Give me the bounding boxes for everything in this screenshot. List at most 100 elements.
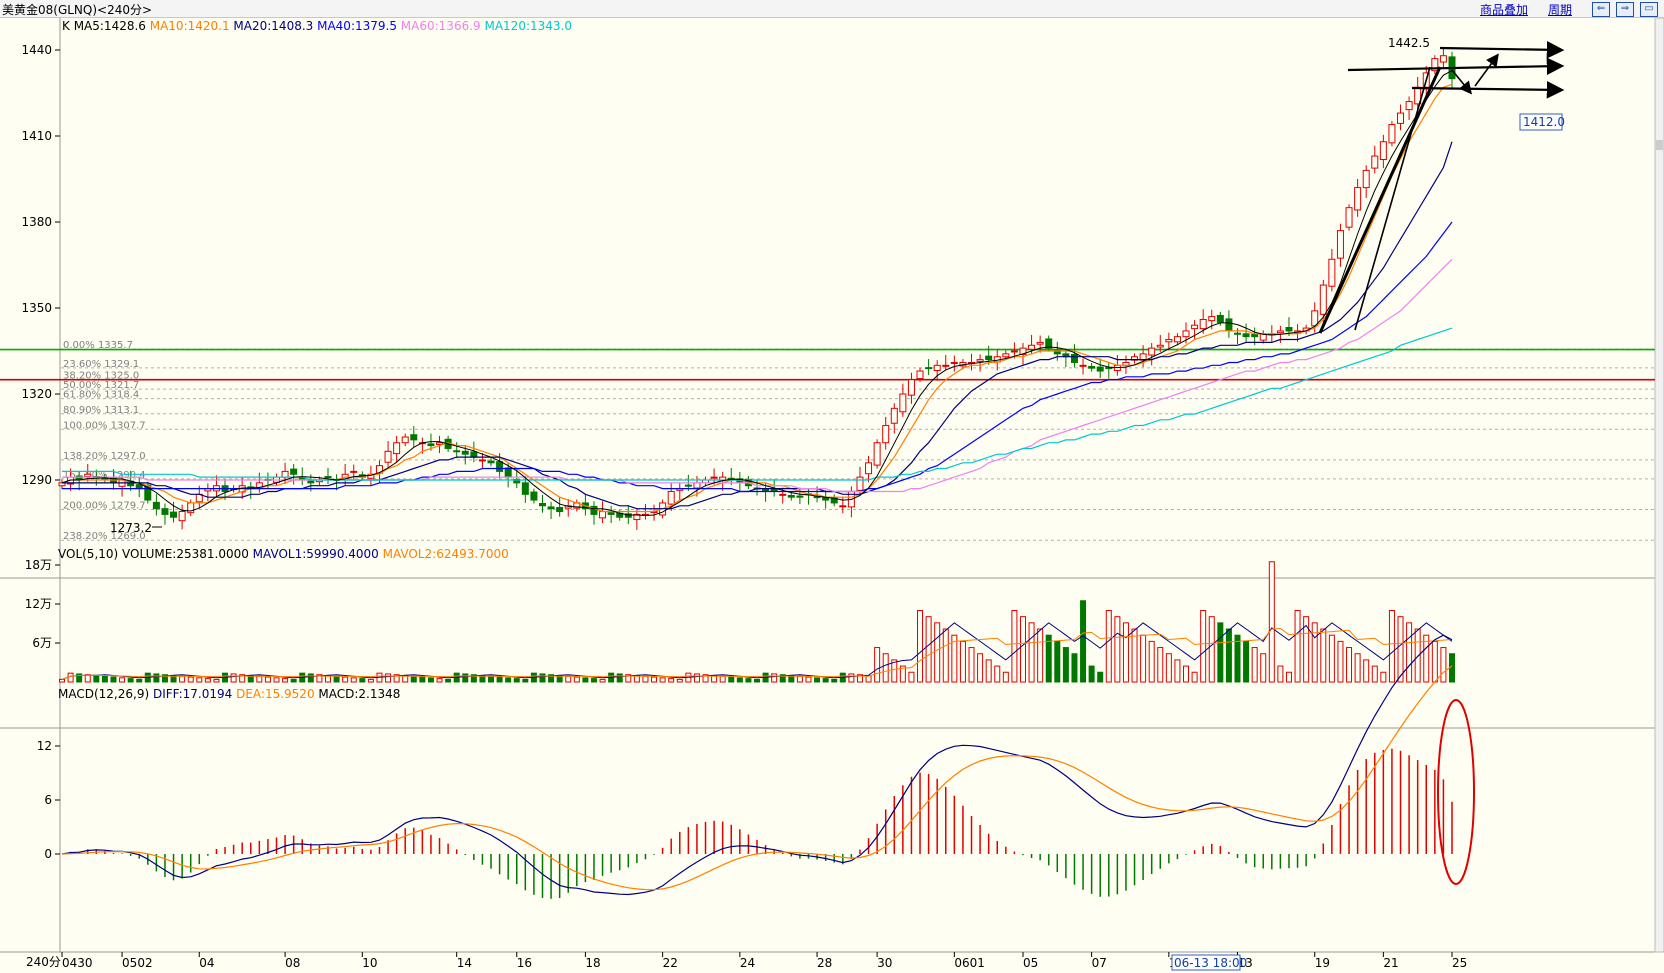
volume-bar	[119, 677, 126, 683]
candle-body	[436, 442, 444, 445]
volume-bar	[1251, 647, 1258, 683]
candle-body	[599, 511, 607, 519]
candle-body	[324, 476, 332, 479]
fib-label: 100.00% 1307.7	[63, 420, 146, 431]
right-scrollbar[interactable]	[1654, 18, 1664, 953]
scroll-thumb[interactable]	[1656, 140, 1663, 150]
toolbar: 商品叠加 周期 ⇐ ⇒ ▭	[1480, 1, 1658, 18]
x-tick-label: 25	[1452, 956, 1467, 970]
volume-bar	[693, 673, 700, 683]
candle-body	[427, 443, 435, 447]
price-tick-label: 1380	[21, 215, 52, 229]
volume-bar	[153, 673, 160, 683]
candle-body	[487, 460, 495, 464]
volume-bar	[1380, 671, 1387, 683]
volume-bar	[754, 678, 760, 683]
scroll-left-button[interactable]: ⇐	[1592, 2, 1610, 17]
candle-body	[1165, 339, 1173, 343]
volume-bar	[745, 678, 752, 683]
candle-body	[693, 482, 701, 489]
price-tick-label: 1320	[21, 387, 52, 401]
volume-bar	[342, 676, 349, 683]
volume-bar	[1294, 610, 1301, 683]
volume-tick-label: 12万	[25, 597, 52, 611]
volume-bar	[1165, 653, 1172, 683]
candle-body	[1036, 341, 1044, 345]
volume-bar	[590, 678, 597, 683]
x-tick-label: 24	[740, 956, 755, 970]
candle-body	[470, 451, 478, 458]
volume-bar	[136, 678, 143, 683]
candle-body	[1336, 230, 1344, 259]
overlay-commodity-link[interactable]: 商品叠加	[1480, 1, 1528, 18]
x-tick-label: 08	[285, 956, 300, 970]
candle-body	[281, 470, 289, 478]
macd-legend: MACD(12,26,9) DIFF:17.0194 DEA:15.9520 M…	[58, 687, 400, 701]
chart-canvas[interactable]: 0.00% 1335.723.60% 1329.138.20% 1325.050…	[0, 18, 1664, 973]
candle-body	[1439, 55, 1447, 63]
volume-bar	[1183, 665, 1190, 683]
price-legend: K MA5:1428.6 MA10:1420.1 MA20:1408.3 MA4…	[62, 19, 572, 33]
candle-body	[1371, 155, 1379, 169]
price-tick-label: 1290	[21, 473, 52, 487]
candle-body	[796, 495, 804, 498]
candle-body	[907, 379, 915, 396]
volume-bar	[385, 673, 392, 683]
candle-body	[839, 505, 847, 508]
volume-bar	[1277, 665, 1284, 683]
cursor-time-label: 06-13 18:00	[1174, 956, 1247, 970]
candle-body	[1173, 336, 1181, 343]
candle-body	[84, 473, 92, 478]
volume-bar	[1268, 561, 1275, 683]
scroll-right-button[interactable]: ⇒	[1616, 2, 1634, 17]
candle-body	[1379, 141, 1387, 161]
volume-bar	[1371, 665, 1378, 683]
candle-body	[290, 468, 298, 475]
fib-label: 138.20% 1297.0	[63, 451, 146, 462]
volume-bar	[1037, 628, 1044, 683]
fib-label: 80.90% 1313.1	[63, 405, 139, 416]
x-tick-label: 10	[362, 956, 377, 970]
volume-bar	[651, 676, 658, 683]
candle-body	[1216, 314, 1224, 323]
candle-body	[521, 482, 529, 495]
volume-bar	[67, 672, 74, 683]
candle-body	[873, 442, 881, 466]
x-tick-label: 05	[1023, 956, 1038, 970]
volume-bar	[831, 678, 838, 683]
candle-body	[1191, 324, 1199, 330]
volume-bar	[917, 610, 924, 683]
candle-body	[899, 393, 907, 413]
volume-bar	[1285, 671, 1292, 683]
price-tick-label: 1350	[21, 301, 52, 315]
volume-bar	[410, 675, 417, 683]
volume-bar	[187, 676, 194, 683]
volume-bar	[582, 677, 589, 683]
candle-body	[667, 490, 675, 505]
period-link[interactable]: 周期	[1548, 1, 1572, 18]
candle-body	[779, 493, 787, 496]
candle-body	[152, 501, 160, 510]
volume-bar	[977, 653, 984, 683]
volume-bar	[908, 671, 915, 683]
volume-bar	[1140, 634, 1147, 683]
volume-bar	[1328, 634, 1335, 683]
candle-body	[1285, 326, 1293, 332]
volume-bar	[925, 616, 932, 683]
layout-button[interactable]: ▭	[1640, 2, 1658, 17]
candle-body	[1079, 364, 1087, 367]
volume-bar	[204, 678, 211, 683]
volume-bar	[1208, 616, 1215, 683]
candle-body	[530, 491, 538, 501]
candle-body	[547, 506, 555, 510]
candle-body	[865, 462, 873, 475]
volume-bar	[1423, 634, 1430, 683]
volume-bar	[1363, 659, 1370, 683]
candle-body	[496, 461, 504, 472]
candle-body	[1105, 367, 1113, 370]
volume-bar	[565, 675, 572, 683]
candle-body	[504, 467, 512, 478]
candle-body	[1405, 101, 1413, 111]
volume-bar	[290, 678, 297, 683]
volume-tick-label: 18万	[25, 558, 52, 572]
